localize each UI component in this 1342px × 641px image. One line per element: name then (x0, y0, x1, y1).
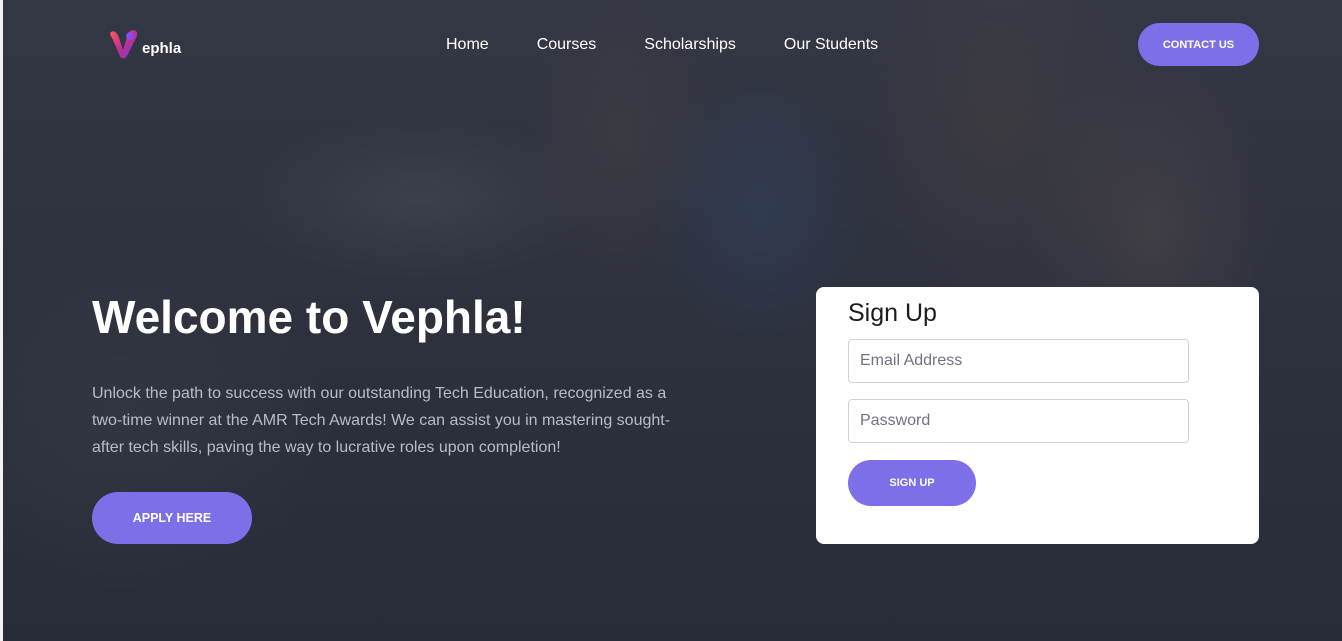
hero-section: ephla Home Courses Scholarships Our Stud… (0, 0, 1342, 641)
sign-up-button[interactable]: SIGN UP (848, 460, 976, 506)
apply-here-button[interactable]: APPLY HERE (92, 492, 252, 544)
brand-name: ephla (142, 39, 182, 57)
password-field[interactable] (848, 399, 1189, 443)
vephla-v-logo-icon (110, 30, 138, 59)
nav-scholarships[interactable]: Scholarships (644, 36, 736, 54)
email-field[interactable] (848, 339, 1189, 383)
page-edge (0, 0, 3, 641)
main-nav: Home Courses Scholarships Our Students (446, 36, 878, 54)
signup-card: Sign Up SIGN UP (816, 287, 1259, 544)
nav-our-students[interactable]: Our Students (784, 36, 878, 54)
brand-logo[interactable]: ephla (108, 26, 181, 60)
nav-home[interactable]: Home (446, 36, 489, 54)
nav-courses[interactable]: Courses (537, 36, 597, 54)
hero-title: Welcome to Vephla! (92, 291, 526, 343)
contact-us-button[interactable]: CONTACT US (1138, 23, 1259, 66)
hero-description: Unlock the path to success with our outs… (92, 385, 671, 456)
signup-title: Sign Up (848, 299, 937, 327)
